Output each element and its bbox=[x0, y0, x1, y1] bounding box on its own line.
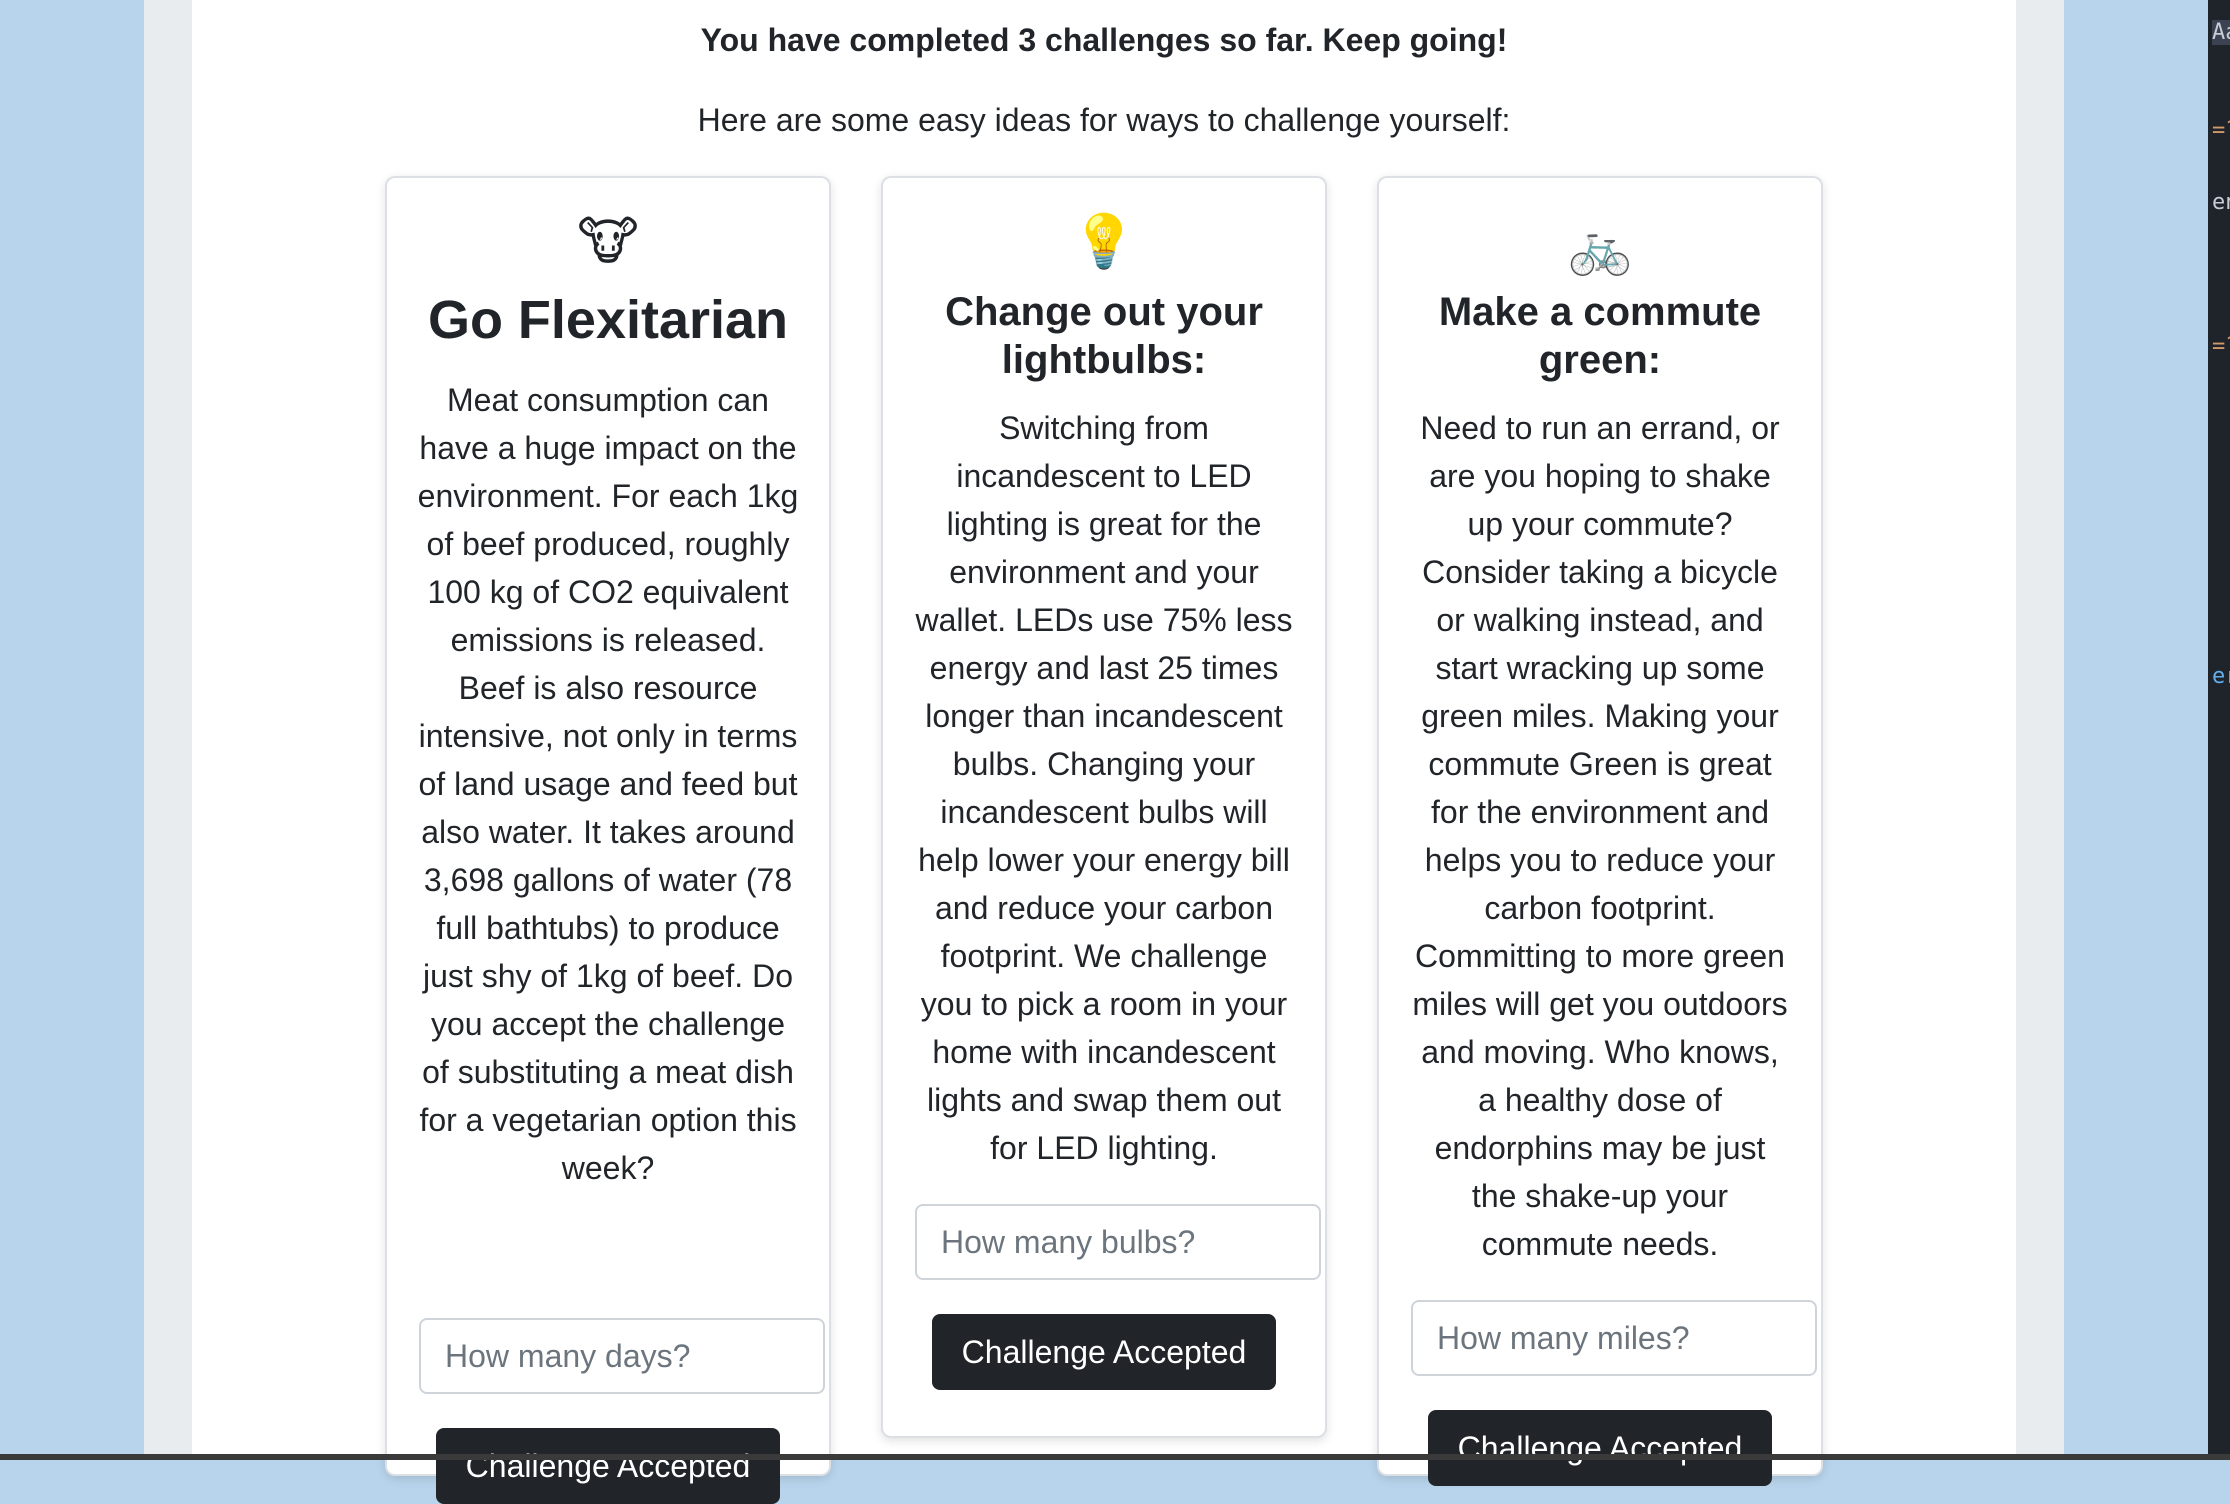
card-title: Go Flexitarian bbox=[427, 290, 789, 350]
completed-challenges-headline: You have completed 3 challenges so far. … bbox=[700, 22, 1508, 58]
bicycle-icon: 🚲 bbox=[1567, 219, 1633, 277]
bulbs-input[interactable] bbox=[915, 1204, 1321, 1280]
miles-input[interactable] bbox=[1411, 1300, 1817, 1376]
challenge-card-commute: 🚲 Make a commute green: Need to run an e… bbox=[1377, 176, 1823, 1486]
challenges-page: You have completed 3 challenges so far. … bbox=[192, 0, 2016, 1504]
challenge-accepted-button[interactable]: Challenge Accepted bbox=[1428, 1410, 1772, 1486]
days-input[interactable] bbox=[419, 1318, 825, 1394]
challenge-card-flexitarian: 🐮 Go Flexitarian Meat consumption can ha… bbox=[385, 176, 831, 1504]
challenge-card-lightbulbs: 💡 Change out your lightbulbs: Switching … bbox=[881, 176, 1327, 1438]
lightbulb-icon: 💡 bbox=[1071, 213, 1137, 271]
challenge-accepted-button[interactable]: Challenge Accepted bbox=[436, 1428, 780, 1504]
card-description: Meat consumption can have a huge impact … bbox=[417, 382, 799, 1186]
editor-fragment: er bbox=[2212, 664, 2230, 689]
desktop-background-left bbox=[0, 0, 144, 1460]
editor-fragment: en bbox=[2212, 190, 2230, 215]
editor-fragment: =? bbox=[2212, 118, 2230, 143]
background-code-editor: Aa =? en =? er bbox=[2208, 0, 2230, 1460]
cow-face-icon: 🐮 bbox=[577, 213, 639, 271]
desktop-background-right bbox=[2064, 0, 2208, 1460]
card-description: Need to run an errand, or are you hoping… bbox=[1412, 410, 1788, 1262]
window-bottom-edge bbox=[0, 1454, 2230, 1460]
editor-fragment: =? bbox=[2212, 334, 2230, 359]
editor-fragment: Aa bbox=[2212, 20, 2230, 45]
challenge-accepted-button[interactable]: Challenge Accepted bbox=[932, 1314, 1276, 1390]
card-description: Switching from incandescent to LED light… bbox=[915, 410, 1293, 1166]
challenge-ideas-intro: Here are some easy ideas for ways to cha… bbox=[697, 102, 1511, 138]
card-title: Make a commute green: bbox=[1438, 290, 1762, 382]
card-title: Change out your lightbulbs: bbox=[945, 290, 1263, 382]
